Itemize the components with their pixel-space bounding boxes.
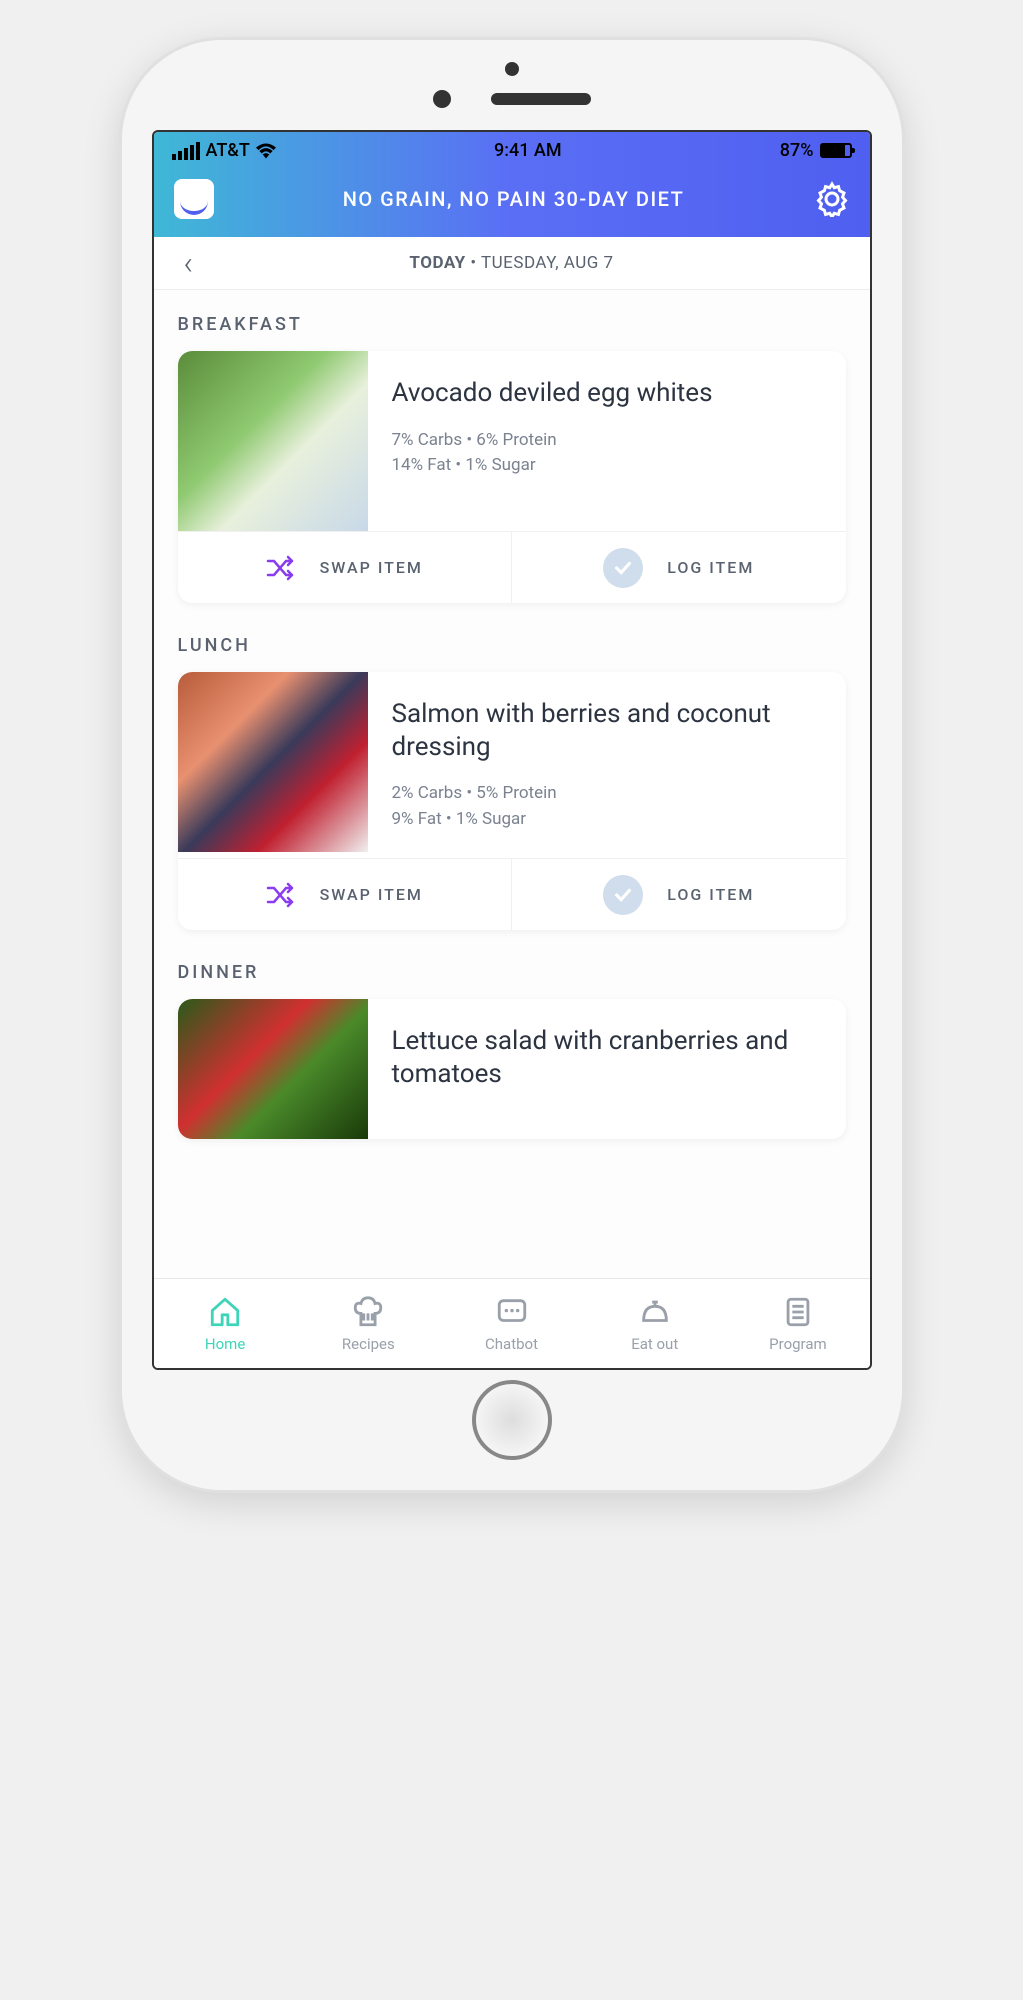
log-item-button[interactable]: LOG ITEM: [512, 532, 846, 603]
app-header: NO GRAIN, NO PAIN 30-DAY DIET: [154, 165, 870, 237]
bottom-nav: Home Recipes Chatbot Eat out: [154, 1278, 870, 1368]
chat-icon: [495, 1295, 529, 1329]
nav-label: Home: [205, 1335, 245, 1353]
nav-program[interactable]: Program: [726, 1279, 869, 1368]
meal-stats: 2% Carbs • 5% Protein 9% Fat • 1% Sugar: [392, 781, 822, 832]
swap-item-button[interactable]: SWAP ITEM: [178, 532, 513, 603]
date-back-button[interactable]: ‹: [184, 244, 194, 282]
meal-card[interactable]: Avocado deviled egg whites 7% Carbs • 6%…: [178, 351, 846, 603]
swap-label: SWAP ITEM: [320, 885, 423, 904]
battery-pct: 87%: [780, 140, 814, 161]
check-icon: [603, 548, 643, 588]
screen: AT&T 9:41 AM 87% NO GRAIN, NO PAIN 30-DA…: [152, 130, 872, 1370]
page-title: NO GRAIN, NO PAIN 30-DAY DIET: [214, 187, 814, 211]
status-bar: AT&T 9:41 AM 87%: [154, 132, 870, 165]
section-label-lunch: LUNCH: [178, 635, 846, 656]
gear-icon[interactable]: [814, 181, 850, 217]
log-item-button[interactable]: LOG ITEM: [512, 859, 846, 930]
carrier-label: AT&T: [206, 140, 250, 161]
meal-card[interactable]: Salmon with berries and coconut dressing…: [178, 672, 846, 930]
clock-label: 9:41 AM: [494, 140, 562, 161]
chef-hat-icon: [351, 1295, 385, 1329]
nav-chatbot[interactable]: Chatbot: [440, 1279, 583, 1368]
home-icon: [208, 1295, 242, 1329]
document-icon: [781, 1295, 815, 1329]
phone-frame: AT&T 9:41 AM 87% NO GRAIN, NO PAIN 30-DA…: [122, 40, 902, 1490]
nav-home[interactable]: Home: [154, 1279, 297, 1368]
signal-icon: [172, 142, 200, 160]
shuffle-icon: [266, 882, 296, 908]
nav-eatout[interactable]: Eat out: [583, 1279, 726, 1368]
nav-label: Chatbot: [485, 1335, 538, 1353]
log-label: LOG ITEM: [667, 885, 754, 904]
log-label: LOG ITEM: [667, 558, 754, 577]
meal-title: Salmon with berries and coconut dressing: [392, 698, 822, 763]
meal-card[interactable]: Lettuce salad with cranberries and tomat…: [178, 999, 846, 1139]
check-icon: [603, 875, 643, 915]
section-label-breakfast: BREAKFAST: [178, 314, 846, 335]
section-label-dinner: DINNER: [178, 962, 846, 983]
meal-image: [178, 672, 368, 852]
nav-label: Eat out: [631, 1335, 678, 1353]
content-scroll[interactable]: BREAKFAST Avocado deviled egg whites 7% …: [154, 290, 870, 1278]
nav-recipes[interactable]: Recipes: [297, 1279, 440, 1368]
wifi-icon: [256, 143, 276, 159]
swap-label: SWAP ITEM: [320, 558, 423, 577]
meal-title: Avocado deviled egg whites: [392, 377, 822, 410]
nav-label: Recipes: [342, 1335, 395, 1353]
cloche-icon: [638, 1295, 672, 1329]
date-bar: ‹ TODAY • TUESDAY, AUG 7: [154, 237, 870, 290]
swap-item-button[interactable]: SWAP ITEM: [178, 859, 513, 930]
phone-home-button: [472, 1380, 552, 1460]
date-label: TODAY • TUESDAY, AUG 7: [409, 253, 613, 273]
meal-stats: 7% Carbs • 6% Protein 14% Fat • 1% Sugar: [392, 428, 822, 479]
phone-hardware: [433, 90, 591, 108]
shuffle-icon: [266, 555, 296, 581]
app-logo[interactable]: [174, 179, 214, 219]
meal-image: [178, 351, 368, 531]
meal-title: Lettuce salad with cranberries and tomat…: [392, 1025, 822, 1090]
meal-image: [178, 999, 368, 1139]
nav-label: Program: [769, 1335, 826, 1353]
battery-icon: [820, 143, 852, 158]
